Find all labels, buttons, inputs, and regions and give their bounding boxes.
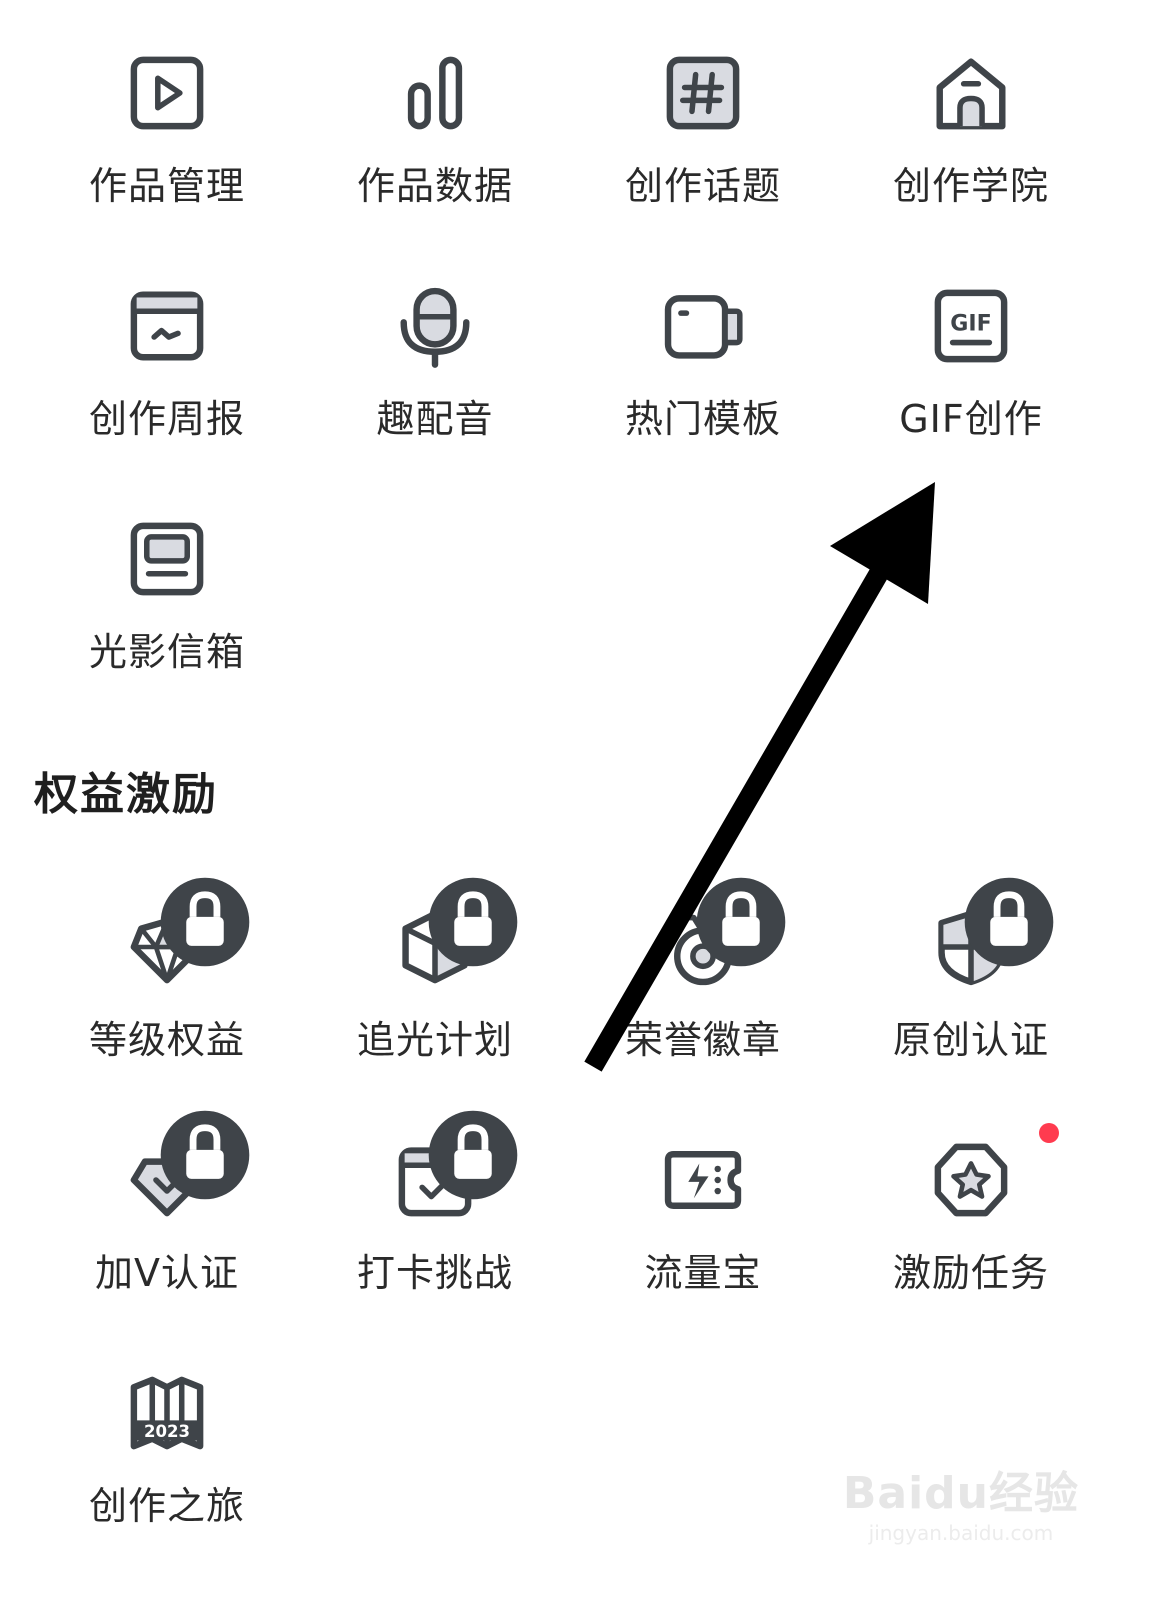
microphone-icon <box>385 277 485 374</box>
lock-icon <box>428 1110 518 1200</box>
rights-item-journey[interactable]: 2023 创作之旅 <box>47 1330 287 1530</box>
watermark: Baidu经验 jingyan.baidu.com <box>843 1457 1079 1545</box>
shield-icon <box>921 877 1054 995</box>
tool-label: 作品管理 <box>88 164 245 208</box>
tool-item-works-data[interactable]: 作品数据 <box>315 10 555 210</box>
rights-item-honor-badge[interactable]: 荣誉徽章 <box>583 864 823 1064</box>
rights-item-level[interactable]: 等级权益 <box>47 864 287 1064</box>
badge-icon <box>653 877 786 995</box>
tool-item-academy[interactable]: 创作学院 <box>851 10 1091 210</box>
rights-label: 等级权益 <box>88 1018 245 1062</box>
rights-label: 荣誉徽章 <box>624 1018 781 1062</box>
rights-item-incentive-tasks[interactable]: 激励任务 <box>851 1097 1091 1297</box>
lock-icon <box>160 1110 250 1200</box>
section-title-rights: 权益激励 <box>34 769 218 820</box>
tool-item-mailbox[interactable]: 光影信箱 <box>47 476 287 676</box>
diamond-icon <box>117 877 250 995</box>
rights-item-checkin[interactable]: 打卡挑战 <box>315 1097 555 1297</box>
tool-item-gif-create[interactable]: GIF GIF创作 <box>851 243 1091 443</box>
tool-label: 光影信箱 <box>88 630 245 674</box>
tool-label: GIF创作 <box>899 397 1043 441</box>
rights-item-v-cert[interactable]: 加V认证 <box>47 1097 287 1297</box>
rights-item-traffic[interactable]: 流量宝 <box>583 1097 823 1297</box>
tool-item-topics[interactable]: 创作话题 <box>583 10 823 210</box>
rights-label: 创作之旅 <box>88 1484 245 1528</box>
tool-label: 作品数据 <box>356 164 513 208</box>
tool-label: 创作周报 <box>88 397 245 441</box>
hashtag-icon <box>653 44 753 141</box>
tool-item-works-management[interactable]: 作品管理 <box>47 10 287 210</box>
tool-label: 热门模板 <box>624 397 781 441</box>
notification-dot <box>1039 1123 1059 1143</box>
star-octagon-icon <box>921 1123 1059 1228</box>
rights-label: 加V认证 <box>95 1251 239 1295</box>
bar-chart-icon <box>385 44 485 141</box>
tool-label: 创作话题 <box>624 164 781 208</box>
rights-item-chase-light[interactable]: 追光计划 <box>315 864 555 1064</box>
tool-item-weekly-report[interactable]: 创作周报 <box>47 243 287 443</box>
calendar-check-icon <box>385 1110 518 1228</box>
gif-icon: GIF <box>921 277 1021 374</box>
lock-icon <box>964 877 1054 967</box>
rights-label: 流量宝 <box>644 1251 762 1295</box>
play-square-icon <box>117 44 217 141</box>
watermark-sub: jingyan.baidu.com <box>868 1521 1054 1545</box>
watermark-main: Baidu经验 <box>842 1468 1079 1519</box>
lock-icon <box>160 877 250 967</box>
rights-label: 激励任务 <box>892 1251 1049 1295</box>
mailbox-icon <box>117 510 217 607</box>
rights-label: 原创认证 <box>892 1018 1049 1062</box>
report-window-icon <box>117 277 217 374</box>
tool-item-dubbing[interactable]: 趣配音 <box>315 243 555 443</box>
svg-text:GIF: GIF <box>950 311 991 336</box>
rights-label: 追光计划 <box>356 1018 513 1062</box>
tool-label: 趣配音 <box>376 397 494 441</box>
house-icon <box>921 44 1021 141</box>
rights-label: 打卡挑战 <box>356 1251 513 1295</box>
map-2023-icon: 2023 <box>117 1364 217 1461</box>
lightning-ticket-icon <box>653 1131 753 1228</box>
tool-item-hot-templates[interactable]: 热门模板 <box>583 243 823 443</box>
cube-icon <box>385 877 518 995</box>
rights-item-original-cert[interactable]: 原创认证 <box>851 864 1091 1064</box>
lock-icon <box>428 877 518 967</box>
lock-icon <box>696 877 786 967</box>
map-year-text: 2023 <box>144 1421 190 1440</box>
camera-template-icon <box>653 277 753 374</box>
v-heart-icon <box>117 1110 250 1228</box>
tool-label: 创作学院 <box>892 164 1049 208</box>
